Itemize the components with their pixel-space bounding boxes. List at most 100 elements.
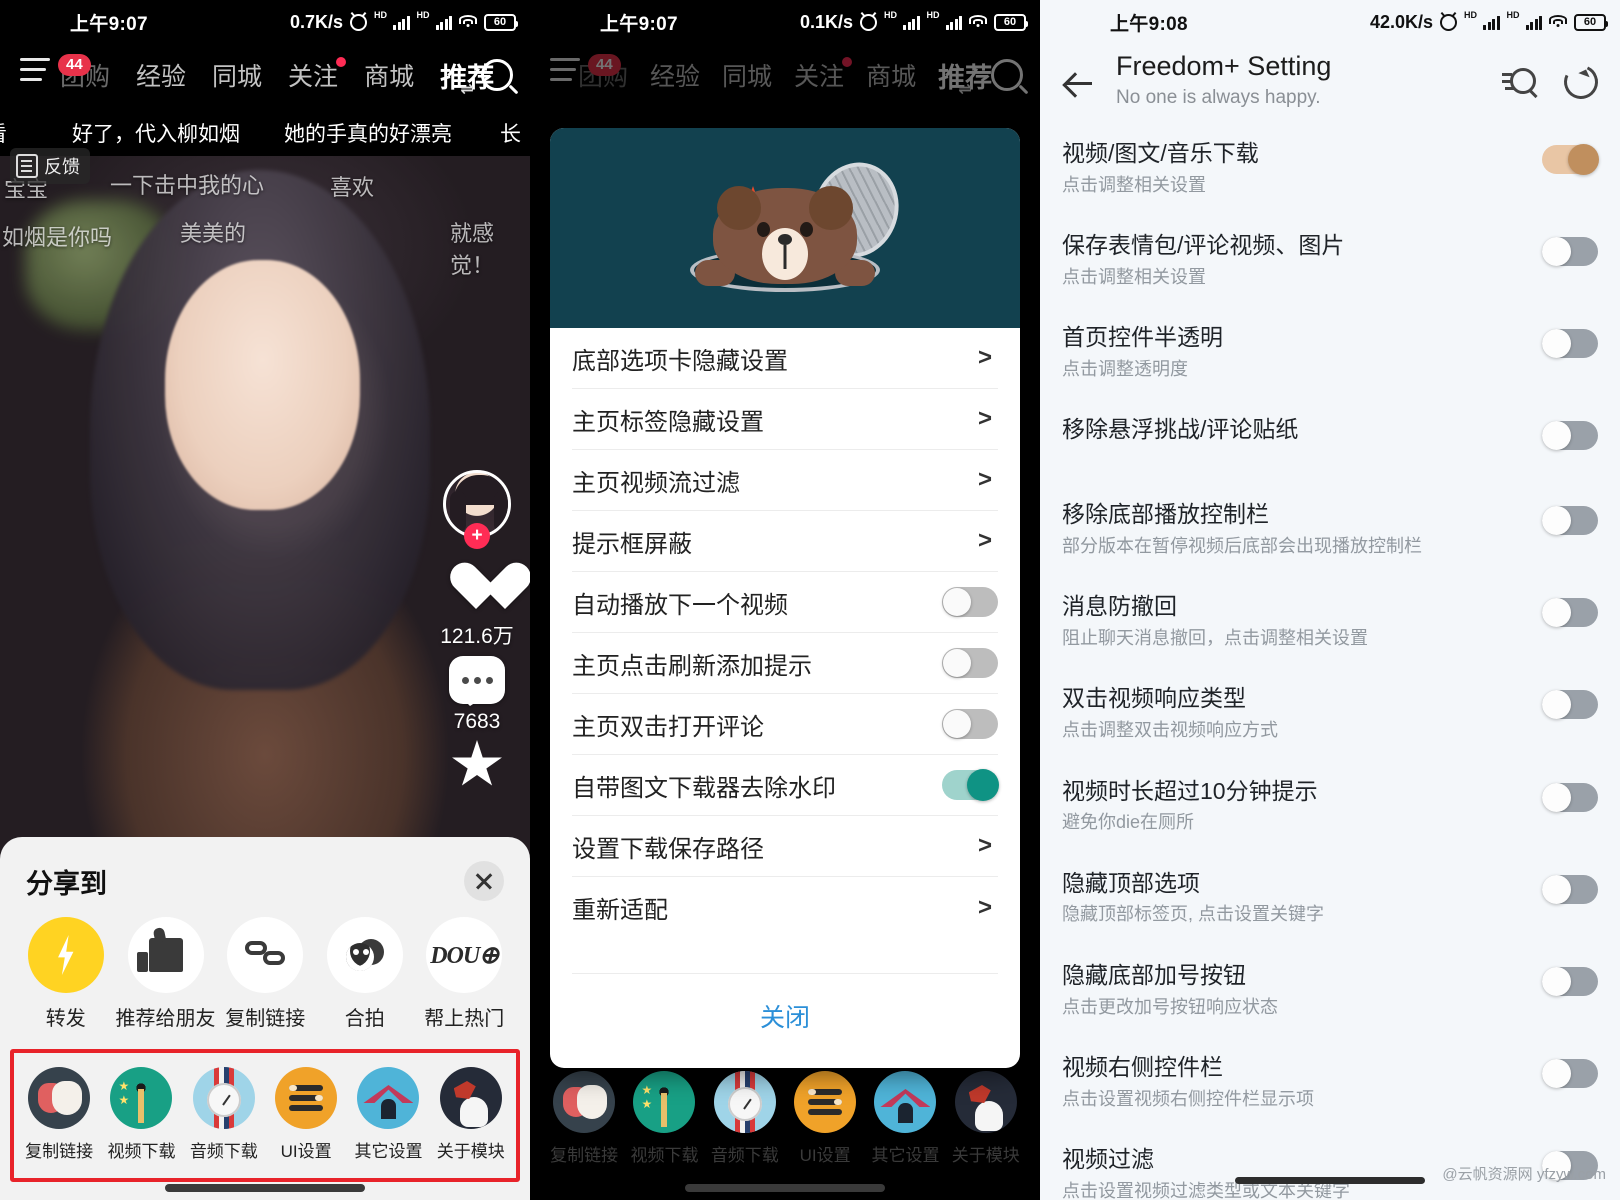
screenshot-stage: 上午9:07 0.7K/s HD HD 60 44 团购 经验 同城 关注 商城… — [0, 0, 1620, 1200]
toggle-switch[interactable] — [1542, 966, 1598, 996]
refresh-icon[interactable] — [1559, 60, 1603, 104]
toggle-switch[interactable] — [1542, 690, 1598, 720]
dialog-row[interactable]: 主页视频流过滤 > — [572, 450, 998, 511]
status-icons: 0.7K/s HD HD 60 — [290, 10, 518, 33]
watch-icon — [713, 1071, 776, 1133]
module-item-video-download[interactable]: 视频下载 — [100, 1067, 182, 1162]
dialog-row[interactable]: 主页点击刷新添加提示 — [572, 633, 998, 694]
close-button[interactable]: 关闭 — [594, 986, 976, 1046]
setting-row[interactable]: 移除悬浮挑战/评论贴纸 — [1062, 399, 1598, 484]
share-item-douplus[interactable]: DOU⊕ 帮上热门 — [415, 917, 515, 1031]
toggle-switch[interactable] — [1542, 329, 1598, 359]
share-item-duet[interactable]: 合拍 — [315, 917, 415, 1031]
douyin-top-nav-dimmed: 44 团购 经验 同城 关注 商城 推荐 ⇌ — [530, 44, 1040, 106]
share-title: 分享到 — [26, 868, 107, 899]
module-row: 复制链接 视频下载 音频下载 UI设置 — [18, 1067, 512, 1162]
module-item-about[interactable]: 关于模块 — [946, 1071, 1026, 1166]
tab-tuijian[interactable]: 推荐 ⇌ — [938, 56, 992, 98]
chevron-right-icon: > — [977, 893, 992, 921]
setting-row[interactable]: 双击视频响应类型 点击调整双击视频响应方式 — [1062, 668, 1598, 760]
feedback-chip[interactable]: 反馈 — [10, 148, 90, 184]
module-item-other-settings[interactable]: 其它设置 — [865, 1071, 945, 1166]
tab-jingyan[interactable]: 经验 — [136, 57, 186, 93]
status-time: 上午9:08 — [1110, 13, 1188, 35]
theater-masks-icon — [28, 1067, 91, 1129]
dialog-row[interactable]: 主页双击打开评论 — [572, 694, 998, 755]
toggle-switch[interactable] — [1542, 506, 1598, 536]
toggle-switch[interactable] — [942, 769, 999, 801]
setting-row[interactable]: 视频右侧控件栏 点击设置视频右侧控件栏显示项 — [1062, 1037, 1598, 1129]
tab-guanzhu[interactable]: 关注 — [794, 57, 853, 93]
toggle-switch[interactable] — [1542, 782, 1598, 812]
toggle-switch[interactable] — [1542, 874, 1598, 904]
tab-guanzhu[interactable]: 关注 — [288, 57, 347, 93]
dialog-row[interactable]: 自带图文下载器去除水印 — [572, 755, 999, 816]
dialog-row[interactable]: 提示框屏蔽 > — [572, 511, 998, 572]
menu-burger-icon[interactable]: 44 — [20, 54, 91, 84]
feedback-icon — [16, 154, 38, 178]
dialog-row[interactable]: 自动播放下一个视频 — [572, 572, 998, 633]
panel-douyin-feed: 上午9:07 0.7K/s HD HD 60 44 团购 经验 同城 关注 商城… — [0, 0, 530, 1200]
tab-tongcheng[interactable]: 同城 — [212, 57, 262, 93]
module-item-audio-download[interactable]: 音频下载 — [705, 1071, 785, 1166]
toggle-switch[interactable] — [942, 709, 998, 739]
like-heart-icon[interactable] — [449, 564, 505, 614]
list-settings-icon — [794, 1071, 857, 1133]
share-sheet-dimmed: 复制链接 视频下载 音频下载 UI设置 — [530, 1057, 1040, 1200]
bear-ear-right — [809, 186, 853, 230]
setting-row[interactable]: 保存表情包/评论视频、图片 点击调整相关设置 — [1062, 215, 1598, 307]
tab-jingyan[interactable]: 经验 — [650, 57, 700, 93]
favorite-star-icon[interactable] — [452, 740, 502, 786]
wifi-icon — [1549, 15, 1567, 29]
setting-row[interactable]: 移除底部播放控制栏 部分版本在暂停视频后底部会出现播放控制栏 — [1062, 484, 1598, 576]
search-icon[interactable] — [478, 56, 520, 98]
module-item-ui-settings[interactable]: UI设置 — [785, 1071, 865, 1166]
toggle-switch[interactable] — [1542, 1059, 1598, 1089]
module-item-label: 音频下载 — [710, 1146, 779, 1165]
back-arrow-icon[interactable] — [1062, 66, 1096, 100]
share-item-repost[interactable]: 转发 — [16, 917, 116, 1031]
module-item-video-download[interactable]: 视频下载 — [624, 1071, 704, 1166]
setting-row[interactable]: 消息防撤回 阻止聊天消息撤回，点击调整相关设置 — [1062, 576, 1598, 668]
home-indicator — [1235, 1177, 1425, 1184]
module-item-audio-download[interactable]: 音频下载 — [183, 1067, 265, 1162]
share-item-recommend[interactable]: 推荐给朋友 — [116, 917, 216, 1031]
toggle-switch[interactable] — [942, 648, 998, 678]
danmaku-item: 她的手真的好漂亮 — [284, 123, 452, 146]
close-icon[interactable] — [464, 861, 504, 901]
module-item-about[interactable]: 关于模块 — [430, 1067, 512, 1162]
toggle-switch[interactable] — [1542, 143, 1599, 175]
search-icon[interactable] — [988, 56, 1030, 98]
toggle-switch[interactable] — [1542, 421, 1598, 451]
setting-row[interactable]: 视频时长超过10分钟提示 避免你die在厕所 — [1062, 761, 1598, 853]
share-item-copylink[interactable]: 复制链接 — [216, 917, 316, 1031]
toggle-switch[interactable] — [1542, 236, 1598, 266]
follow-plus-icon[interactable]: + — [464, 523, 490, 549]
dialog-row[interactable]: 主页标签隐藏设置 > — [572, 389, 998, 450]
module-item-ui-settings[interactable]: UI设置 — [265, 1067, 347, 1162]
nav-tabs: 团购 经验 同城 关注 商城 推荐 ⇌ — [578, 44, 992, 106]
douyin-top-nav: 44 团购 经验 同城 关注 商城 推荐 ⇌ — [0, 44, 530, 106]
tab-shangcheng[interactable]: 商城 — [364, 57, 414, 93]
toggle-switch[interactable] — [1542, 598, 1598, 628]
tab-shangcheng[interactable]: 商城 — [866, 57, 916, 93]
module-item-copylink[interactable]: 复制链接 — [18, 1067, 100, 1162]
module-item-copylink[interactable]: 复制链接 — [544, 1071, 624, 1166]
overlay-text: 如烟是你吗 — [2, 225, 113, 250]
setting-row[interactable]: 隐藏顶部选项 隐藏顶部标签页, 点击设置关键字 — [1062, 853, 1598, 945]
comment-bubble-icon[interactable] — [449, 656, 505, 706]
dialog-row[interactable]: 重新适配 > — [572, 877, 998, 938]
search-filter-icon[interactable] — [1502, 64, 1538, 100]
dialog-row-label: 底部选项卡隐藏设置 — [572, 347, 788, 375]
module-row-dimmed: 复制链接 视频下载 音频下载 UI设置 — [540, 1057, 1030, 1182]
setting-row[interactable]: 首页控件半透明 点击调整透明度 — [1062, 307, 1598, 399]
toggle-switch[interactable] — [942, 587, 998, 617]
setting-row[interactable]: 视频/图文/音乐下载 点击调整相关设置 — [1062, 123, 1599, 215]
tab-tongcheng[interactable]: 同城 — [722, 57, 772, 93]
module-item-other-settings[interactable]: 其它设置 — [347, 1067, 429, 1162]
author-avatar-wrap[interactable]: + — [443, 470, 511, 549]
danmaku-item: 好了，代入柳如烟 — [72, 123, 240, 146]
dialog-row[interactable]: 底部选项卡隐藏设置 > — [572, 328, 998, 389]
dialog-row[interactable]: 设置下载保存路径 > — [572, 816, 998, 877]
setting-row[interactable]: 隐藏底部加号按钮 点击更改加号按钮响应状态 — [1062, 945, 1598, 1037]
